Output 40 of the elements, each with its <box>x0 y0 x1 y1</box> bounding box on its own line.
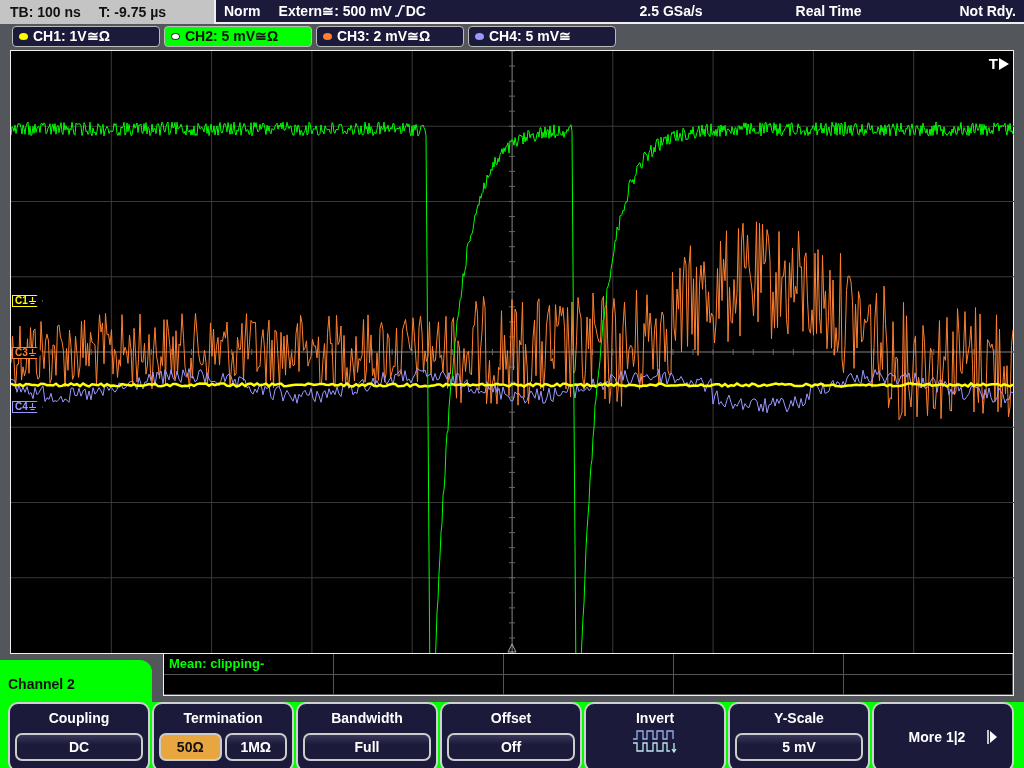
value-button[interactable]: Off <box>447 733 575 761</box>
value-button[interactable]: DC <box>15 733 143 761</box>
value-button[interactable]: Full <box>303 733 431 761</box>
channel-tab[interactable]: CH1: 1V≅Ω <box>12 26 160 47</box>
status-label: Not Rdy. <box>959 1 1016 21</box>
sample-rate-label: 2.5 GSa/s <box>639 1 703 21</box>
softkey-label: Y-Scale <box>774 709 824 728</box>
square-wave-icon <box>633 729 677 755</box>
more-button[interactable]: More 1|2 <box>872 702 1014 768</box>
channel-marker[interactable]: C3 <box>12 347 43 359</box>
next-page-icon <box>987 730 998 744</box>
value-button[interactable]: 5 mV <box>735 733 863 761</box>
acquisition-mode-label: Real Time <box>795 1 862 21</box>
rising-edge-icon <box>394 5 405 17</box>
timebase-label: TB: 100 ns <box>10 2 81 22</box>
option-button[interactable]: 1MΩ <box>224 733 287 761</box>
measurement-readout: Mean: clipping- <box>164 654 334 675</box>
channel-marker[interactable]: C1 <box>12 295 43 307</box>
channel-marker[interactable]: C4 <box>12 401 43 413</box>
ground-icon <box>28 297 36 305</box>
channel-tab[interactable]: CH3: 2 mV≅Ω <box>316 26 464 47</box>
ground-icon <box>28 403 36 411</box>
trigger-source-label: Extern≅: 500 mV <box>278 1 392 21</box>
softkey-label: Coupling <box>48 709 110 728</box>
trigger-marker-icon <box>507 643 517 653</box>
softkey-label: Bandwidth <box>331 709 403 728</box>
menu-title: Channel 2 <box>0 660 152 702</box>
option-button[interactable]: 50Ω <box>159 733 222 761</box>
trigger-time-label: T: -9.75 µs <box>98 2 167 22</box>
right-arrow-icon <box>999 58 1009 71</box>
channel-tab[interactable]: CH4: 5 mV≅ <box>468 26 616 47</box>
trigger-position-label: T <box>988 54 998 74</box>
channel-tab[interactable]: CH2: 5 mV≅Ω <box>164 26 312 47</box>
softkey-label: Offset <box>490 709 532 728</box>
trigger-coupling-label: DC <box>405 1 426 21</box>
ground-icon <box>28 349 36 357</box>
trigger-mode-label: Norm <box>224 1 261 21</box>
invert-button[interactable]: Invert <box>584 702 726 768</box>
color-dot <box>171 33 180 40</box>
softkey-label: Termination <box>183 709 263 728</box>
